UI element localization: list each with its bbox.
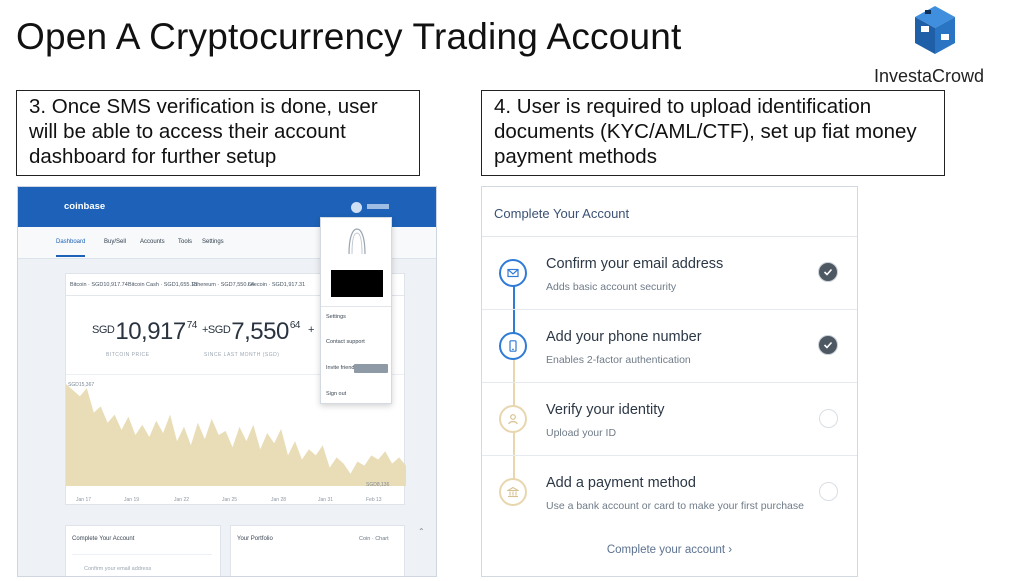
- investacrowd-logo: InvestaCrowd: [868, 4, 1003, 86]
- checkmark-icon: [818, 262, 838, 282]
- step-title: Confirm your email address: [546, 256, 724, 272]
- complete-account-footer: Complete your account ›: [482, 530, 857, 576]
- price-cents: 74: [186, 320, 198, 331]
- step-add-payment[interactable]: Add a payment method Use a bank account …: [482, 456, 857, 529]
- ticker-ethereum[interactable]: Ethereum · SGD7,550.64: [192, 282, 254, 288]
- ticker-bitcoin-cash[interactable]: Bitcoin Cash · SGD1,655.15: [128, 282, 197, 288]
- chart-high-label: SGD15,367: [68, 382, 95, 388]
- email-icon: [499, 259, 527, 287]
- menu-sign-out[interactable]: Sign out: [326, 391, 346, 397]
- axis-label: Jan 17: [76, 497, 92, 503]
- account-dropdown: Settings Contact support Invite friends …: [320, 217, 392, 404]
- logo-text: InvestaCrowd: [874, 66, 985, 86]
- step-title: Add your phone number: [546, 329, 702, 345]
- axis-label: Jan 22: [174, 497, 190, 503]
- card-title: Your Portfolio: [237, 536, 273, 542]
- card-row-divider: [72, 554, 212, 555]
- phone-icon: [499, 332, 527, 360]
- axis-label: Jan 31: [318, 497, 334, 503]
- ticker-litecoin[interactable]: Litecoin · SGD1,917.31: [248, 282, 305, 288]
- axis-label: Jan 28: [271, 497, 287, 503]
- bitcoin-price: SGD10,91774: [92, 318, 197, 346]
- third-stat-currency: +: [308, 324, 314, 336]
- bank-icon: [499, 478, 527, 506]
- card-row-text[interactable]: Confirm your email address: [84, 566, 151, 572]
- scroll-caret-icon[interactable]: ⌃: [418, 527, 425, 536]
- slide-title: Open A Cryptocurrency Trading Account: [16, 16, 682, 57]
- change-currency: +SGD: [202, 324, 231, 336]
- menu-contact-support[interactable]: Contact support: [326, 339, 365, 345]
- complete-your-account-link[interactable]: Complete your account ›: [482, 544, 857, 556]
- step-add-phone[interactable]: Add your phone number Enables 2-factor a…: [482, 310, 857, 383]
- complete-account-card: Complete Your Account Confirm your email…: [65, 525, 221, 576]
- axis-label: Feb 13: [366, 497, 382, 503]
- price-label: BITCOIN PRICE: [106, 352, 150, 358]
- incomplete-radio-icon: [819, 409, 838, 428]
- complete-account-title: Complete Your Account: [494, 206, 630, 221]
- menu-settings[interactable]: Settings: [326, 314, 346, 320]
- change-main: 7,550: [231, 318, 289, 345]
- step-confirm-email[interactable]: Confirm your email address Adds basic ac…: [482, 237, 857, 310]
- invite-friends-button[interactable]: [354, 364, 388, 373]
- user-name-redacted[interactable]: [367, 204, 389, 209]
- axis-label: Jan 25: [222, 497, 238, 503]
- change-cents: 64: [289, 320, 301, 331]
- ticker-bitcoin[interactable]: Bitcoin · SGD10,917.74: [70, 282, 128, 288]
- checkmark-icon: [818, 335, 838, 355]
- step-subtitle: Adds basic account security: [546, 281, 677, 293]
- price-currency: SGD: [92, 324, 115, 336]
- menu-invite-friends[interactable]: Invite friends: [326, 365, 357, 371]
- incomplete-radio-icon: [819, 482, 838, 501]
- step-title: Add a payment method: [546, 475, 696, 491]
- third-stat: +: [308, 318, 315, 346]
- step-title: Verify your identity: [546, 402, 665, 418]
- change-label: SINCE LAST MONTH (SGD): [204, 352, 280, 358]
- user-avatar[interactable]: [351, 202, 362, 213]
- chart-low-label: SGD8,136: [366, 482, 390, 488]
- step-subtitle: Enables 2-factor authentication: [546, 354, 691, 366]
- callout-step-3: 3. Once SMS verification is done, user w…: [16, 90, 420, 176]
- person-icon: [499, 405, 527, 433]
- step-subtitle: Upload your ID: [546, 427, 617, 439]
- complete-account-screenshot: Complete Your Account Confirm your email…: [481, 186, 858, 577]
- price-main: 10,917: [115, 318, 186, 345]
- callout-step-4: 4. User is required to upload identifica…: [481, 90, 945, 176]
- step-verify-identity[interactable]: Verify your identity Upload your ID: [482, 383, 857, 456]
- nav-settings[interactable]: Settings: [202, 239, 224, 245]
- redacted-name-block: [331, 270, 383, 297]
- profile-avatar-icon: [348, 228, 366, 255]
- card-title: Complete Your Account: [72, 536, 135, 542]
- complete-account-header: Complete Your Account: [482, 187, 857, 237]
- cube-logo-icon: [915, 6, 955, 54]
- nav-accounts[interactable]: Accounts: [140, 239, 165, 245]
- dropdown-separator: [321, 306, 391, 307]
- nav-buy-sell[interactable]: Buy/Sell: [104, 239, 126, 245]
- axis-label: Jan 19: [124, 497, 140, 503]
- brand-logo[interactable]: coinbase: [64, 201, 105, 212]
- dashboard-screenshot: coinbase Dashboard Buy/Sell Accounts Too…: [17, 186, 437, 577]
- nav-dashboard[interactable]: Dashboard: [56, 239, 86, 257]
- step-subtitle: Use a bank account or card to make your …: [546, 500, 804, 512]
- card-subtitle[interactable]: Coin · Chart: [359, 536, 389, 542]
- nav-tools[interactable]: Tools: [178, 239, 192, 245]
- portfolio-card: Your Portfolio Coin · Chart: [230, 525, 405, 576]
- monthly-change: +SGD7,55064: [202, 318, 300, 346]
